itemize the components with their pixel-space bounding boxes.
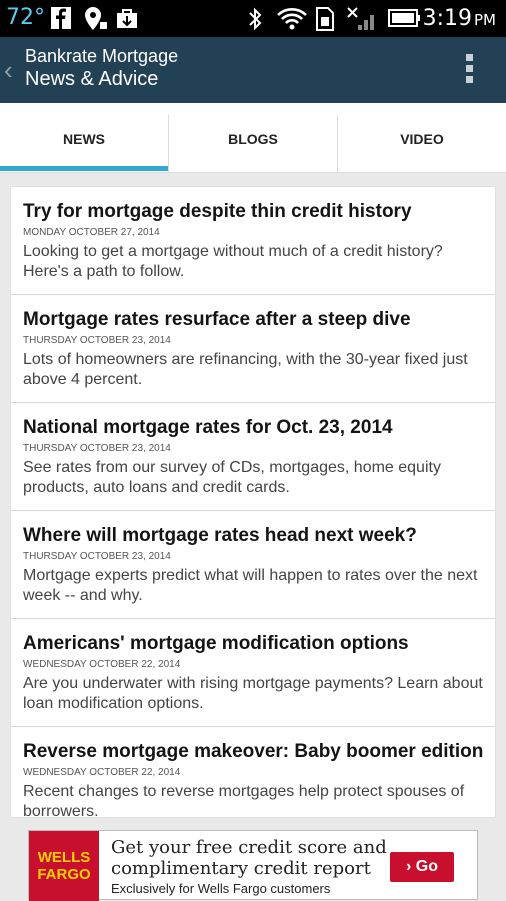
article-date: THURSDAY OCTOBER 23, 2014 <box>23 335 171 346</box>
article-date: WEDNESDAY OCTOBER 22, 2014 <box>23 659 181 670</box>
logo-line: WELLS <box>37 849 91 866</box>
wifi-icon <box>277 8 307 30</box>
article-title: Americans' mortgage modification options <box>23 633 409 654</box>
article-item[interactable]: Where will mortgage rates head next week… <box>11 511 495 619</box>
article-date: THURSDAY OCTOBER 23, 2014 <box>23 551 171 562</box>
logo-line: FARGO <box>37 866 91 883</box>
bluetooth-icon <box>249 7 262 31</box>
location-icon <box>85 7 107 30</box>
article-date: WEDNESDAY OCTOBER 22, 2014 <box>23 767 181 778</box>
article-summary: Looking to get a mortgage without much o… <box>23 243 443 280</box>
battery-icon <box>388 9 420 27</box>
article-item[interactable]: Americans' mortgage modification options… <box>11 619 495 727</box>
article-title: Mortgage rates resurface after a steep d… <box>23 309 411 330</box>
article-date: MONDAY OCTOBER 27, 2014 <box>23 227 160 238</box>
ad-go-button[interactable]: › Go <box>390 852 454 882</box>
article-summary: Mortgage experts predict what will happe… <box>23 567 478 604</box>
overflow-menu-icon[interactable] <box>466 54 474 84</box>
app-title: Bankrate Mortgage <box>25 46 179 66</box>
article-title: National mortgage rates for Oct. 23, 201… <box>23 417 393 438</box>
article-summary: Lots of homeowners are refinancing, with… <box>23 351 468 388</box>
app-bar: ‹ Bankrate Mortgage News & Advice <box>0 37 506 103</box>
ad-banner[interactable]: WELLS FARGO Get your free credit score a… <box>28 830 478 901</box>
wells-fargo-logo: WELLS FARGO <box>29 831 99 901</box>
clock-time: 3:19 <box>422 6 472 31</box>
clock-ampm: PM <box>474 11 496 29</box>
tab-bar: NEWS BLOGS VIDEO <box>0 103 506 173</box>
ad-headline: Get your free credit score and <box>111 837 387 858</box>
article-item[interactable]: Reverse mortgage makeover: Baby boomer e… <box>11 727 495 817</box>
chevron-left-icon[interactable]: ‹ <box>4 55 13 86</box>
selected-tab-indicator <box>0 166 168 171</box>
article-summary: See rates from our survey of CDs, mortga… <box>23 459 441 496</box>
article-summary: Are you underwater with rising mortgage … <box>23 675 483 712</box>
tab-blogs[interactable]: BLOGS <box>168 115 337 173</box>
ad-subline: Exclusively for Wells Fargo customers <box>111 881 331 896</box>
article-item[interactable]: National mortgage rates for Oct. 23, 201… <box>11 403 495 511</box>
tab-video[interactable]: VIDEO <box>337 115 506 173</box>
article-title: Try for mortgage despite thin credit his… <box>23 201 412 222</box>
ad-headline: complimentary credit report <box>111 858 371 879</box>
sim-icon <box>316 7 334 31</box>
app-subtitle: News & Advice <box>25 68 159 90</box>
clock: 3:19 PM <box>423 6 496 31</box>
article-item[interactable]: Try for mortgage despite thin credit his… <box>11 187 495 295</box>
tab-news[interactable]: NEWS <box>0 103 168 173</box>
article-summary: Recent changes to reverse mortgages help… <box>23 783 465 817</box>
facebook-icon <box>51 7 71 29</box>
article-list[interactable]: Try for mortgage despite thin credit his… <box>11 187 495 817</box>
status-bar: 72° 3:19 PM <box>0 0 506 37</box>
article-title: Reverse mortgage makeover: Baby boomer e… <box>23 741 484 762</box>
briefcase-icon <box>117 9 137 28</box>
article-date: THURSDAY OCTOBER 23, 2014 <box>23 443 171 454</box>
temperature-readout: 72° <box>6 5 45 30</box>
article-item[interactable]: Mortgage rates resurface after a steep d… <box>11 295 495 403</box>
article-title: Where will mortgage rates head next week… <box>23 525 417 546</box>
signal-icon <box>347 7 374 30</box>
